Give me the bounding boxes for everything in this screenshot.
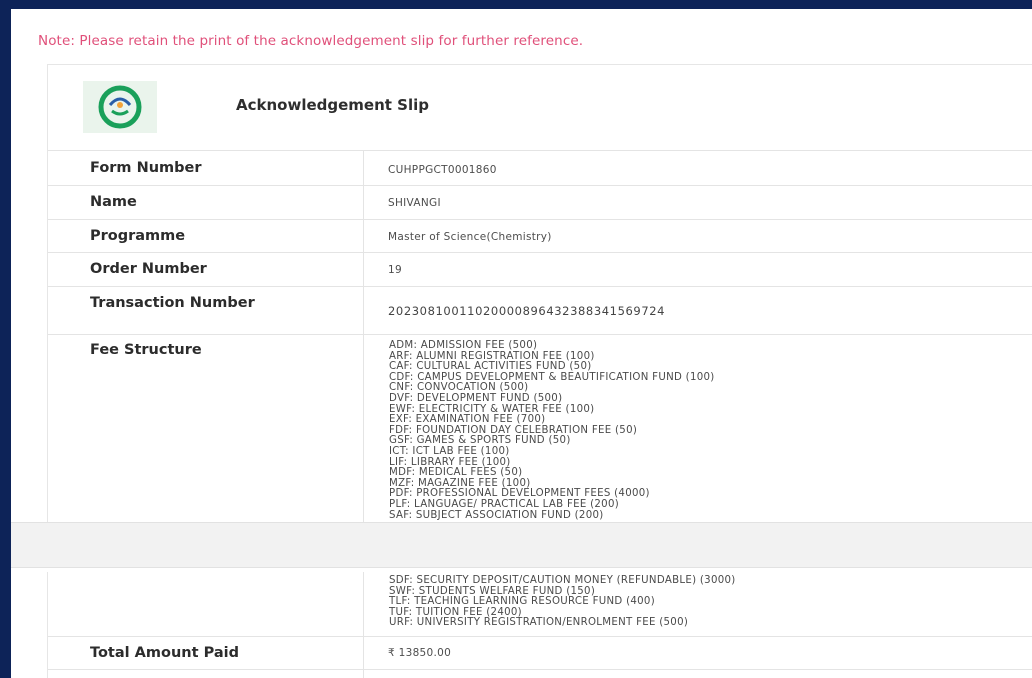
form-number-label: Form Number	[90, 160, 202, 176]
university-logo-icon	[98, 85, 142, 129]
fee-structure-label: Fee Structure	[90, 342, 202, 358]
column-divider	[363, 150, 364, 522]
form-number-value: CUHPPGCT0001860	[388, 164, 497, 176]
row-divider	[48, 150, 1032, 151]
window-frame-left	[0, 0, 11, 678]
page-break-band	[11, 522, 1032, 568]
row-divider	[48, 185, 1032, 186]
window-frame-top	[0, 0, 1032, 9]
retain-print-note: Note: Please retain the print of the ack…	[38, 33, 584, 49]
column-divider	[363, 572, 364, 678]
name-value: SHIVANGI	[388, 197, 441, 209]
fee-item: PLF: LANGUAGE/ PRACTICAL LAB FEE (200)	[389, 498, 620, 510]
row-divider	[48, 286, 1032, 287]
slip-title: Acknowledgement Slip	[236, 96, 429, 114]
fee-item: URF: UNIVERSITY REGISTRATION/ENROLMENT F…	[389, 617, 689, 629]
fee-item: ICT: ICT LAB FEE (100)	[389, 445, 510, 457]
transaction-number-value: 2023081001102000089643238834156972​4	[388, 304, 666, 318]
programme-value: Master of Science(Chemistry)	[388, 231, 552, 243]
fee-item: ADM: ADMISSION FEE (500)	[389, 340, 538, 351]
programme-label: Programme	[90, 228, 186, 244]
order-number-value: 19	[388, 264, 402, 276]
row-divider	[48, 636, 1032, 637]
university-logo	[83, 81, 157, 133]
row-divider	[48, 669, 1032, 670]
transaction-number-label: Transaction Number	[90, 295, 255, 311]
total-amount-label: Total Amount Paid	[90, 645, 239, 661]
name-label: Name	[90, 194, 137, 210]
fee-structure-list-continued: SDF: SECURITY DEPOSIT/CAUTION MONEY (REF…	[389, 575, 736, 629]
fee-item: DVF: DEVELOPMENT FUND (500)	[389, 392, 563, 404]
row-divider	[48, 334, 1032, 335]
fee-item: SAF: SUBJECT ASSOCIATION FUND (200)	[389, 509, 604, 521]
row-divider	[48, 252, 1032, 253]
total-amount-value: ₹ 13850.00	[388, 647, 452, 659]
row-divider	[48, 219, 1032, 220]
fee-structure-list: ADM: ADMISSION FEE (500) ARF: ALUMNI REG…	[389, 340, 715, 521]
order-number-label: Order Number	[90, 261, 207, 277]
fee-item: SDF: SECURITY DEPOSIT/CAUTION MONEY (REF…	[389, 575, 736, 586]
